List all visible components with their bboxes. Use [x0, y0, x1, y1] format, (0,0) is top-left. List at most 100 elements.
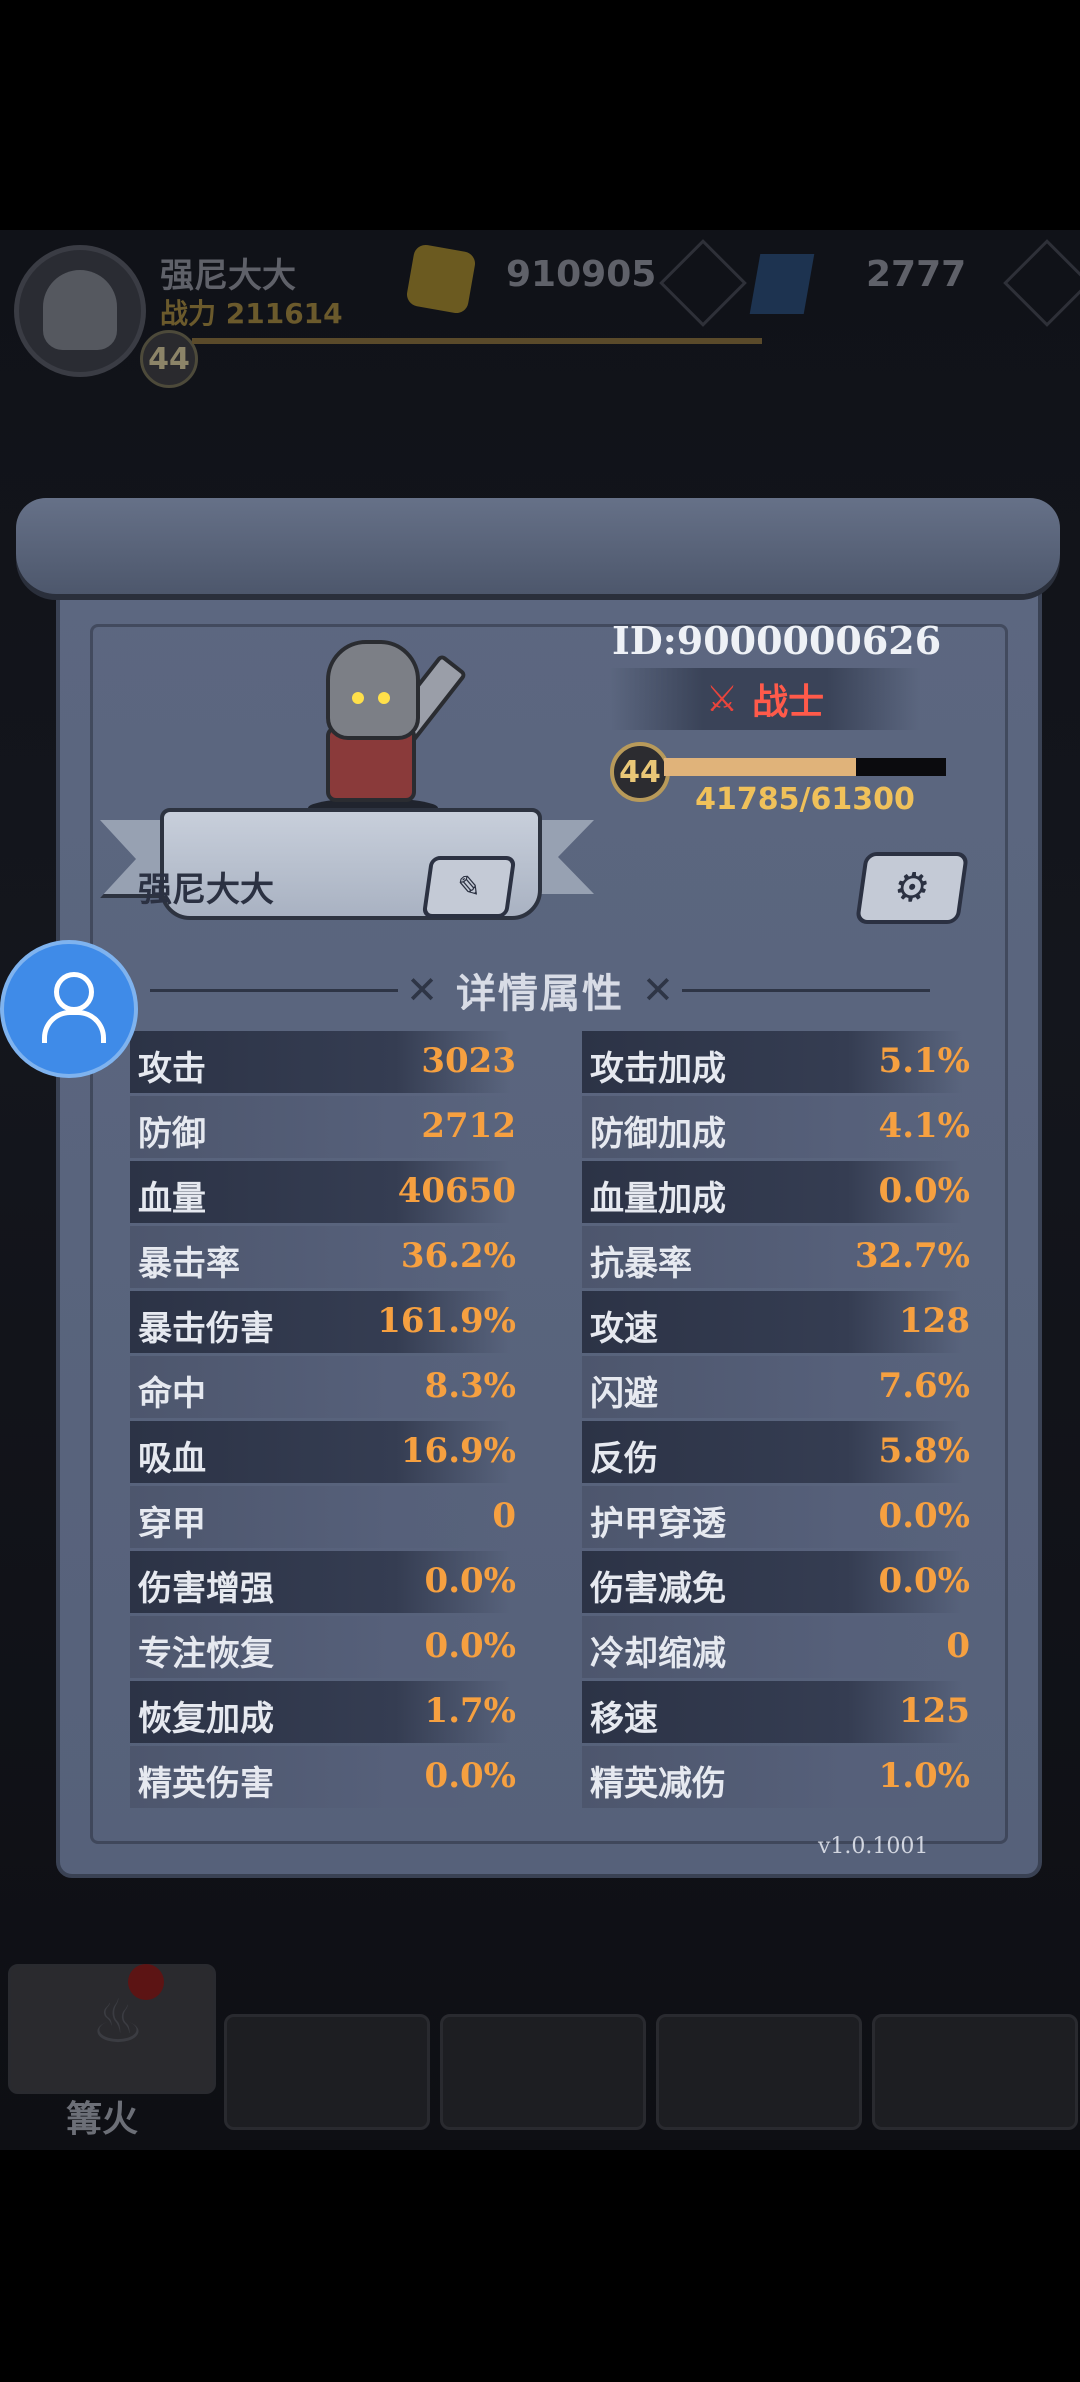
stat-value: 8.3%	[424, 1366, 516, 1406]
stat-value: 3023	[421, 1041, 516, 1081]
class-name: 战士	[752, 682, 825, 723]
stat-value: 0.0%	[424, 1626, 516, 1666]
stat-row: 暴击伤害 161.9% 攻速 128	[130, 1291, 970, 1356]
stat-label: 攻速	[590, 1309, 658, 1349]
nav-bonfire[interactable]: ♨	[8, 1964, 216, 2094]
xp-text: 41785/61300	[695, 782, 915, 817]
player-name: 强尼大大	[160, 256, 296, 296]
stat-label: 精英伤害	[138, 1764, 274, 1804]
combat-power: 战力 211614	[160, 297, 343, 330]
stat-left: 吸血 16.9%	[130, 1421, 516, 1483]
stat-right: 伤害减免 0.0%	[582, 1551, 970, 1613]
stat-label: 穿甲	[138, 1504, 206, 1544]
stat-right: 护甲穿透 0.0%	[582, 1486, 970, 1548]
stat-value: 161.9%	[377, 1301, 516, 1341]
stat-label: 防御	[138, 1114, 206, 1154]
nav-castle[interactable]	[224, 2014, 430, 2130]
player-id: ID:9000000626	[612, 618, 942, 663]
gold-coin-icon	[405, 243, 477, 315]
player-level-badge: 44	[140, 330, 198, 388]
stat-left: 命中 8.3%	[130, 1356, 516, 1418]
stats-table: 攻击 3023 攻击加成 5.1% 防御 2712 防御加成 4.1% 血量 40650 血量加成 0…	[130, 1031, 970, 1811]
player-avatar[interactable]	[14, 245, 146, 377]
stat-right: 移速 125	[582, 1681, 970, 1743]
nav-battle[interactable]	[440, 2014, 646, 2130]
edit-icon: ✎	[453, 869, 485, 905]
stat-right: 反伤 5.8%	[582, 1421, 970, 1483]
stat-right: 抗暴率 32.7%	[582, 1226, 970, 1288]
stat-label: 抗暴率	[590, 1244, 692, 1284]
stat-value: 40650	[397, 1171, 516, 1211]
stat-value: 4.1%	[878, 1106, 970, 1146]
stat-label: 伤害减免	[590, 1569, 726, 1609]
gold-amount: 910905	[506, 254, 657, 295]
hero-portrait	[268, 630, 488, 820]
stat-value: 0	[492, 1496, 516, 1536]
stat-right: 攻速 128	[582, 1291, 970, 1353]
stat-row: 精英伤害 0.0% 精英减伤 1.0%	[130, 1746, 970, 1811]
nav-chest[interactable]	[872, 2014, 1078, 2130]
stat-label: 专注恢复	[138, 1634, 274, 1674]
stat-label: 命中	[138, 1374, 206, 1414]
details-title: 详情属性	[456, 971, 624, 1017]
stat-left: 伤害增强 0.0%	[130, 1551, 516, 1613]
stat-label: 防御加成	[590, 1114, 726, 1154]
stat-value: 2712	[421, 1106, 516, 1146]
stat-label: 伤害增强	[138, 1569, 274, 1609]
stat-label: 吸血	[138, 1439, 206, 1479]
stat-value: 0.0%	[878, 1171, 970, 1211]
stat-row: 攻击 3023 攻击加成 5.1%	[130, 1031, 970, 1096]
settings-button[interactable]: ⚙	[854, 852, 970, 924]
add-gold-button[interactable]	[659, 239, 747, 327]
gem-amount: 2777	[866, 254, 967, 295]
stat-value: 0.0%	[424, 1756, 516, 1796]
stat-value: 7.6%	[878, 1366, 970, 1406]
stat-row: 伤害增强 0.0% 伤害减免 0.0%	[130, 1551, 970, 1616]
top-status-bar: 44 强尼大大 战力 211614 910905 2777	[0, 230, 1080, 388]
stat-value: 0.0%	[424, 1561, 516, 1601]
cross-ornament-icon: ✕	[406, 968, 438, 1012]
stat-label: 精英减伤	[590, 1764, 726, 1804]
edit-name-button[interactable]: ✎	[421, 856, 517, 918]
stat-value: 1.7%	[424, 1691, 516, 1731]
stat-value: 0.0%	[878, 1496, 970, 1536]
stat-row: 血量 40650 血量加成 0.0%	[130, 1161, 970, 1226]
stat-label: 闪避	[590, 1374, 658, 1414]
stat-left: 防御 2712	[130, 1096, 516, 1158]
stat-left: 暴击伤害 161.9%	[130, 1291, 516, 1353]
stat-right: 精英减伤 1.0%	[582, 1746, 970, 1808]
stat-left: 暴击率 36.2%	[130, 1226, 516, 1288]
stat-left: 恢复加成 1.7%	[130, 1681, 516, 1743]
stat-value: 128	[899, 1301, 970, 1341]
stat-value: 36.2%	[400, 1236, 516, 1276]
bottom-nav: ♨ 篝火	[0, 1964, 1080, 2140]
xp-progress-bar	[664, 758, 946, 776]
stat-value: 0	[946, 1626, 970, 1666]
scroll-header	[16, 498, 1060, 594]
stat-row: 吸血 16.9% 反伤 5.8%	[130, 1421, 970, 1486]
stat-label: 血量加成	[590, 1179, 726, 1219]
stat-left: 穿甲 0	[130, 1486, 516, 1548]
stat-label: 攻击	[138, 1049, 206, 1089]
nav-forest[interactable]	[656, 2014, 862, 2130]
stat-label: 护甲穿透	[590, 1504, 726, 1544]
stat-value: 5.8%	[878, 1431, 970, 1471]
add-gem-button[interactable]	[1003, 239, 1080, 327]
stat-right: 闪避 7.6%	[582, 1356, 970, 1418]
stat-label: 血量	[138, 1179, 206, 1219]
details-section-header: ✕ 详情属性 ✕	[150, 960, 930, 1020]
stat-row: 穿甲 0 护甲穿透 0.0%	[130, 1486, 970, 1551]
stat-label: 恢复加成	[138, 1699, 274, 1739]
stat-right: 血量加成 0.0%	[582, 1161, 970, 1223]
stat-value: 0.0%	[878, 1561, 970, 1601]
floating-user-button[interactable]	[0, 940, 138, 1078]
stat-value: 16.9%	[400, 1431, 516, 1471]
stat-left: 血量 40650	[130, 1161, 516, 1223]
stat-row: 专注恢复 0.0% 冷却缩减 0	[130, 1616, 970, 1681]
stat-row: 暴击率 36.2% 抗暴率 32.7%	[130, 1226, 970, 1291]
knight-helmet-icon	[326, 640, 420, 740]
notification-dot	[128, 1964, 164, 2000]
profile-name: 强尼大大	[138, 870, 274, 910]
stat-label: 移速	[590, 1699, 658, 1739]
gem-icon	[749, 254, 815, 314]
